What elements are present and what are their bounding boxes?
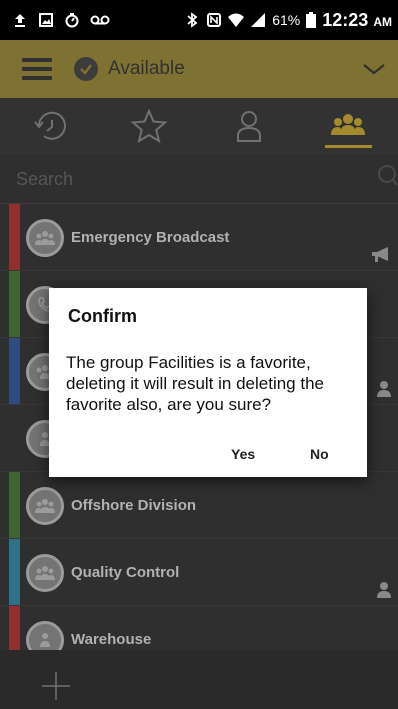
battery-icon [306,12,317,28]
stopwatch-icon [65,13,79,28]
yes-button[interactable]: Yes [225,442,261,466]
dialog-message: The group Facilities is a favorite, dele… [66,353,324,414]
status-bar: 61% 12:23 AM [0,0,398,40]
image-icon [39,13,53,27]
bluetooth-icon [187,12,198,28]
no-button[interactable]: No [304,442,335,466]
clock: 12:23 AM [322,10,392,31]
dialog-title: Confirm [68,306,137,326]
battery-percent: 61% [272,12,301,28]
clock-time: 12:23 [322,9,369,30]
wifi-icon [228,13,245,27]
voicemail-icon [90,15,110,25]
clock-ampm: AM [373,14,392,29]
confirm-dialog: Confirm The group Facilities is a favori… [49,288,367,477]
signal-icon [251,13,266,27]
nfc-icon [207,13,222,27]
upload-icon [15,14,25,27]
